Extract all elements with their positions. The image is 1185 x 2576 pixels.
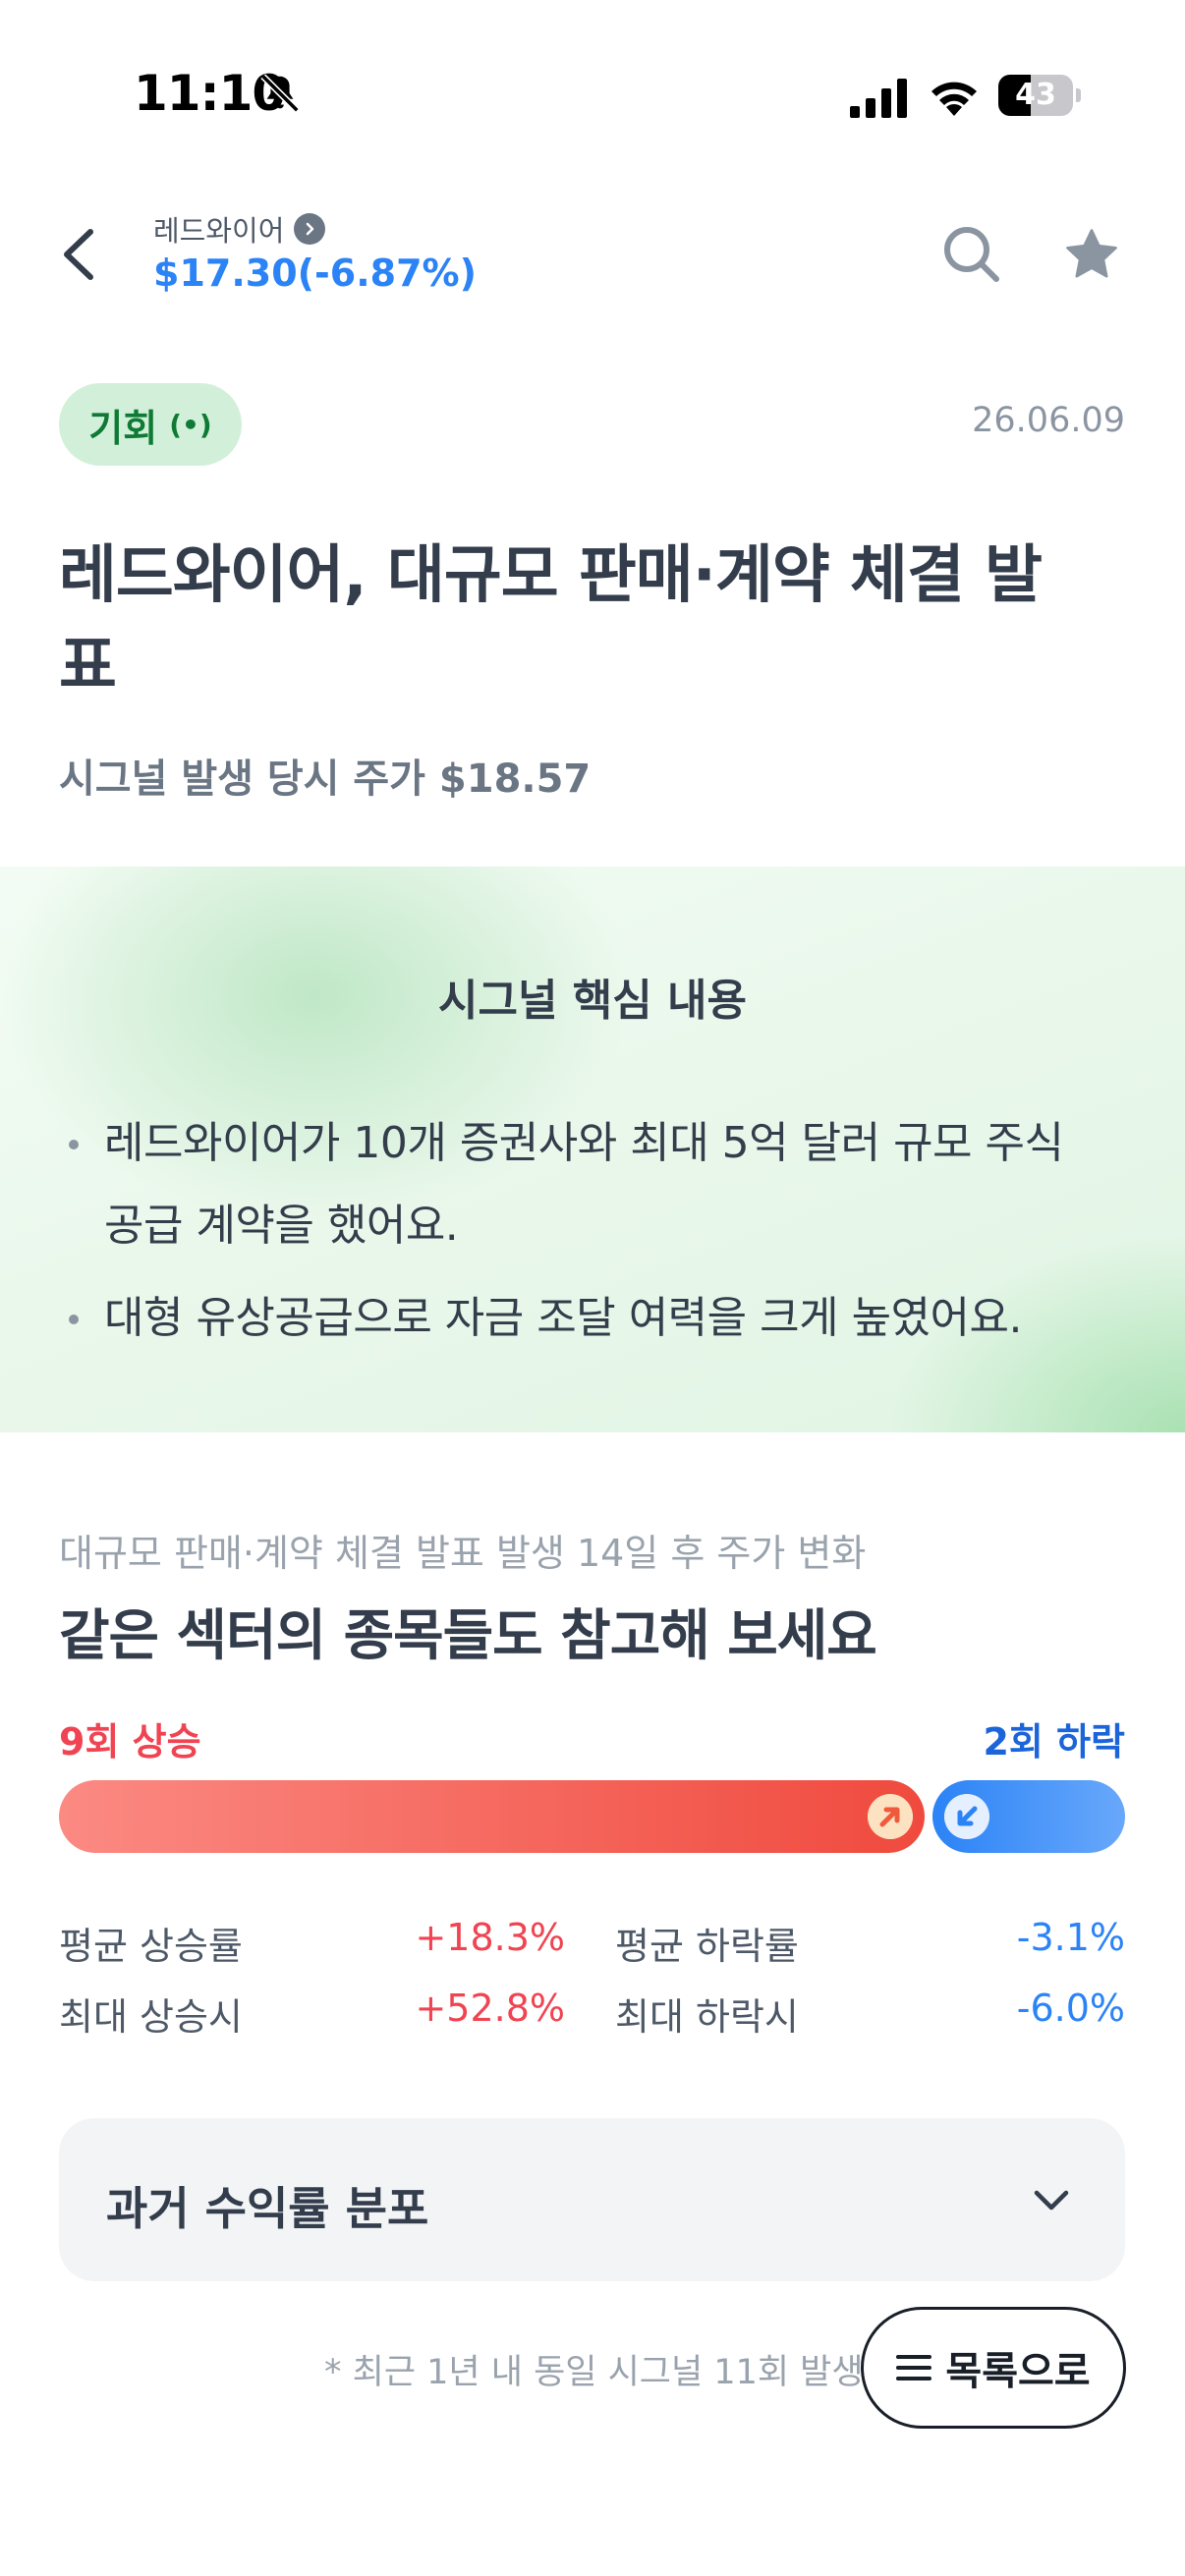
arrow-up-right-icon bbox=[868, 1794, 913, 1839]
battery-icon: 43 bbox=[998, 75, 1081, 116]
down-count-label: 2회 하락 bbox=[983, 1720, 1125, 1764]
avg-up-value: +18.3% bbox=[415, 1916, 565, 1959]
chevron-right-icon bbox=[294, 213, 326, 245]
avg-down-label: 평균 하락률 bbox=[615, 1925, 799, 1968]
back-to-list-button[interactable]: 목록으로 bbox=[861, 2307, 1126, 2429]
stock-name-link[interactable]: 레드와이어 bbox=[153, 208, 326, 250]
page-title: 레드와이어, 대규모 판매·계약 체결 발표 bbox=[59, 539, 1043, 702]
cellular-signal-icon bbox=[850, 79, 907, 118]
max-down-label: 최대 하락시 bbox=[615, 1995, 799, 2039]
arrow-down-left-icon bbox=[944, 1794, 989, 1839]
max-up-value: +52.8% bbox=[415, 1987, 565, 2030]
avg-up-label: 평균 상승률 bbox=[59, 1925, 243, 1968]
return-distribution-accordion[interactable]: 과거 수익률 분포 bbox=[59, 2118, 1125, 2281]
key-content-title: 시그널 핵심 내용 bbox=[438, 976, 747, 1026]
stats-subtitle: 대규모 판매·계약 체결 발표 발생 14일 후 주가 변화 bbox=[59, 1532, 867, 1575]
stock-name: 레드와이어 bbox=[153, 214, 285, 248]
accordion-label: 과거 수익률 분포 bbox=[106, 2182, 429, 2235]
footnote: * 최근 1년 내 동일 시그널 11회 발생 bbox=[324, 2353, 864, 2392]
stats-title: 같은 섹터의 종목들도 참고해 보세요 bbox=[59, 1604, 877, 1668]
signal-date: 26.06.09 bbox=[972, 401, 1125, 440]
stats-grid: 평균 상승률 +18.3% 평균 하락률 -3.1% 최대 상승시 +52.8%… bbox=[59, 1916, 1125, 2057]
menu-icon bbox=[896, 2355, 932, 2380]
search-icon[interactable] bbox=[939, 222, 1004, 287]
list-item: 레드와이어가 10개 증권사와 최대 5억 달러 규모 주식 공급 계약을 했어… bbox=[59, 1102, 1100, 1267]
signal-price: 시그널 발생 당시 주가 $18.57 bbox=[59, 756, 592, 802]
battery-percent: 43 bbox=[1015, 78, 1056, 112]
status-bar: 11:10 43 bbox=[0, 0, 1185, 187]
max-up-label: 최대 상승시 bbox=[59, 1995, 243, 2039]
stock-price: $17.30(-6.87%) bbox=[153, 252, 477, 295]
key-content-list: 레드와이어가 10개 증권사와 최대 5억 달러 규모 주식 공급 계약을 했어… bbox=[59, 1102, 1100, 1360]
signal-tag-label: 기회 bbox=[88, 406, 158, 450]
star-icon[interactable] bbox=[1061, 224, 1122, 285]
wifi-icon bbox=[931, 82, 977, 116]
up-count-label: 9회 상승 bbox=[59, 1720, 201, 1764]
list-item: 대형 유상공급으로 자금 조달 여력을 크게 높였어요. bbox=[59, 1277, 1100, 1360]
up-down-ratio-bar bbox=[59, 1780, 1125, 1853]
avg-down-value: -3.1% bbox=[1016, 1916, 1125, 1959]
signal-tag: 기회 (•) bbox=[59, 383, 242, 466]
key-content-section: 시그널 핵심 내용 레드와이어가 10개 증권사와 최대 5억 달러 규모 주식… bbox=[0, 867, 1185, 1432]
list-button-label: 목록으로 bbox=[945, 2349, 1091, 2394]
broadcast-icon: (•) bbox=[169, 408, 212, 441]
up-ratio-bar bbox=[59, 1780, 925, 1853]
back-arrow-icon[interactable] bbox=[51, 220, 110, 289]
chevron-down-icon bbox=[1034, 2190, 1069, 2211]
down-ratio-bar bbox=[932, 1780, 1125, 1853]
max-down-value: -6.0% bbox=[1016, 1987, 1125, 2030]
bell-off-icon bbox=[260, 74, 300, 113]
